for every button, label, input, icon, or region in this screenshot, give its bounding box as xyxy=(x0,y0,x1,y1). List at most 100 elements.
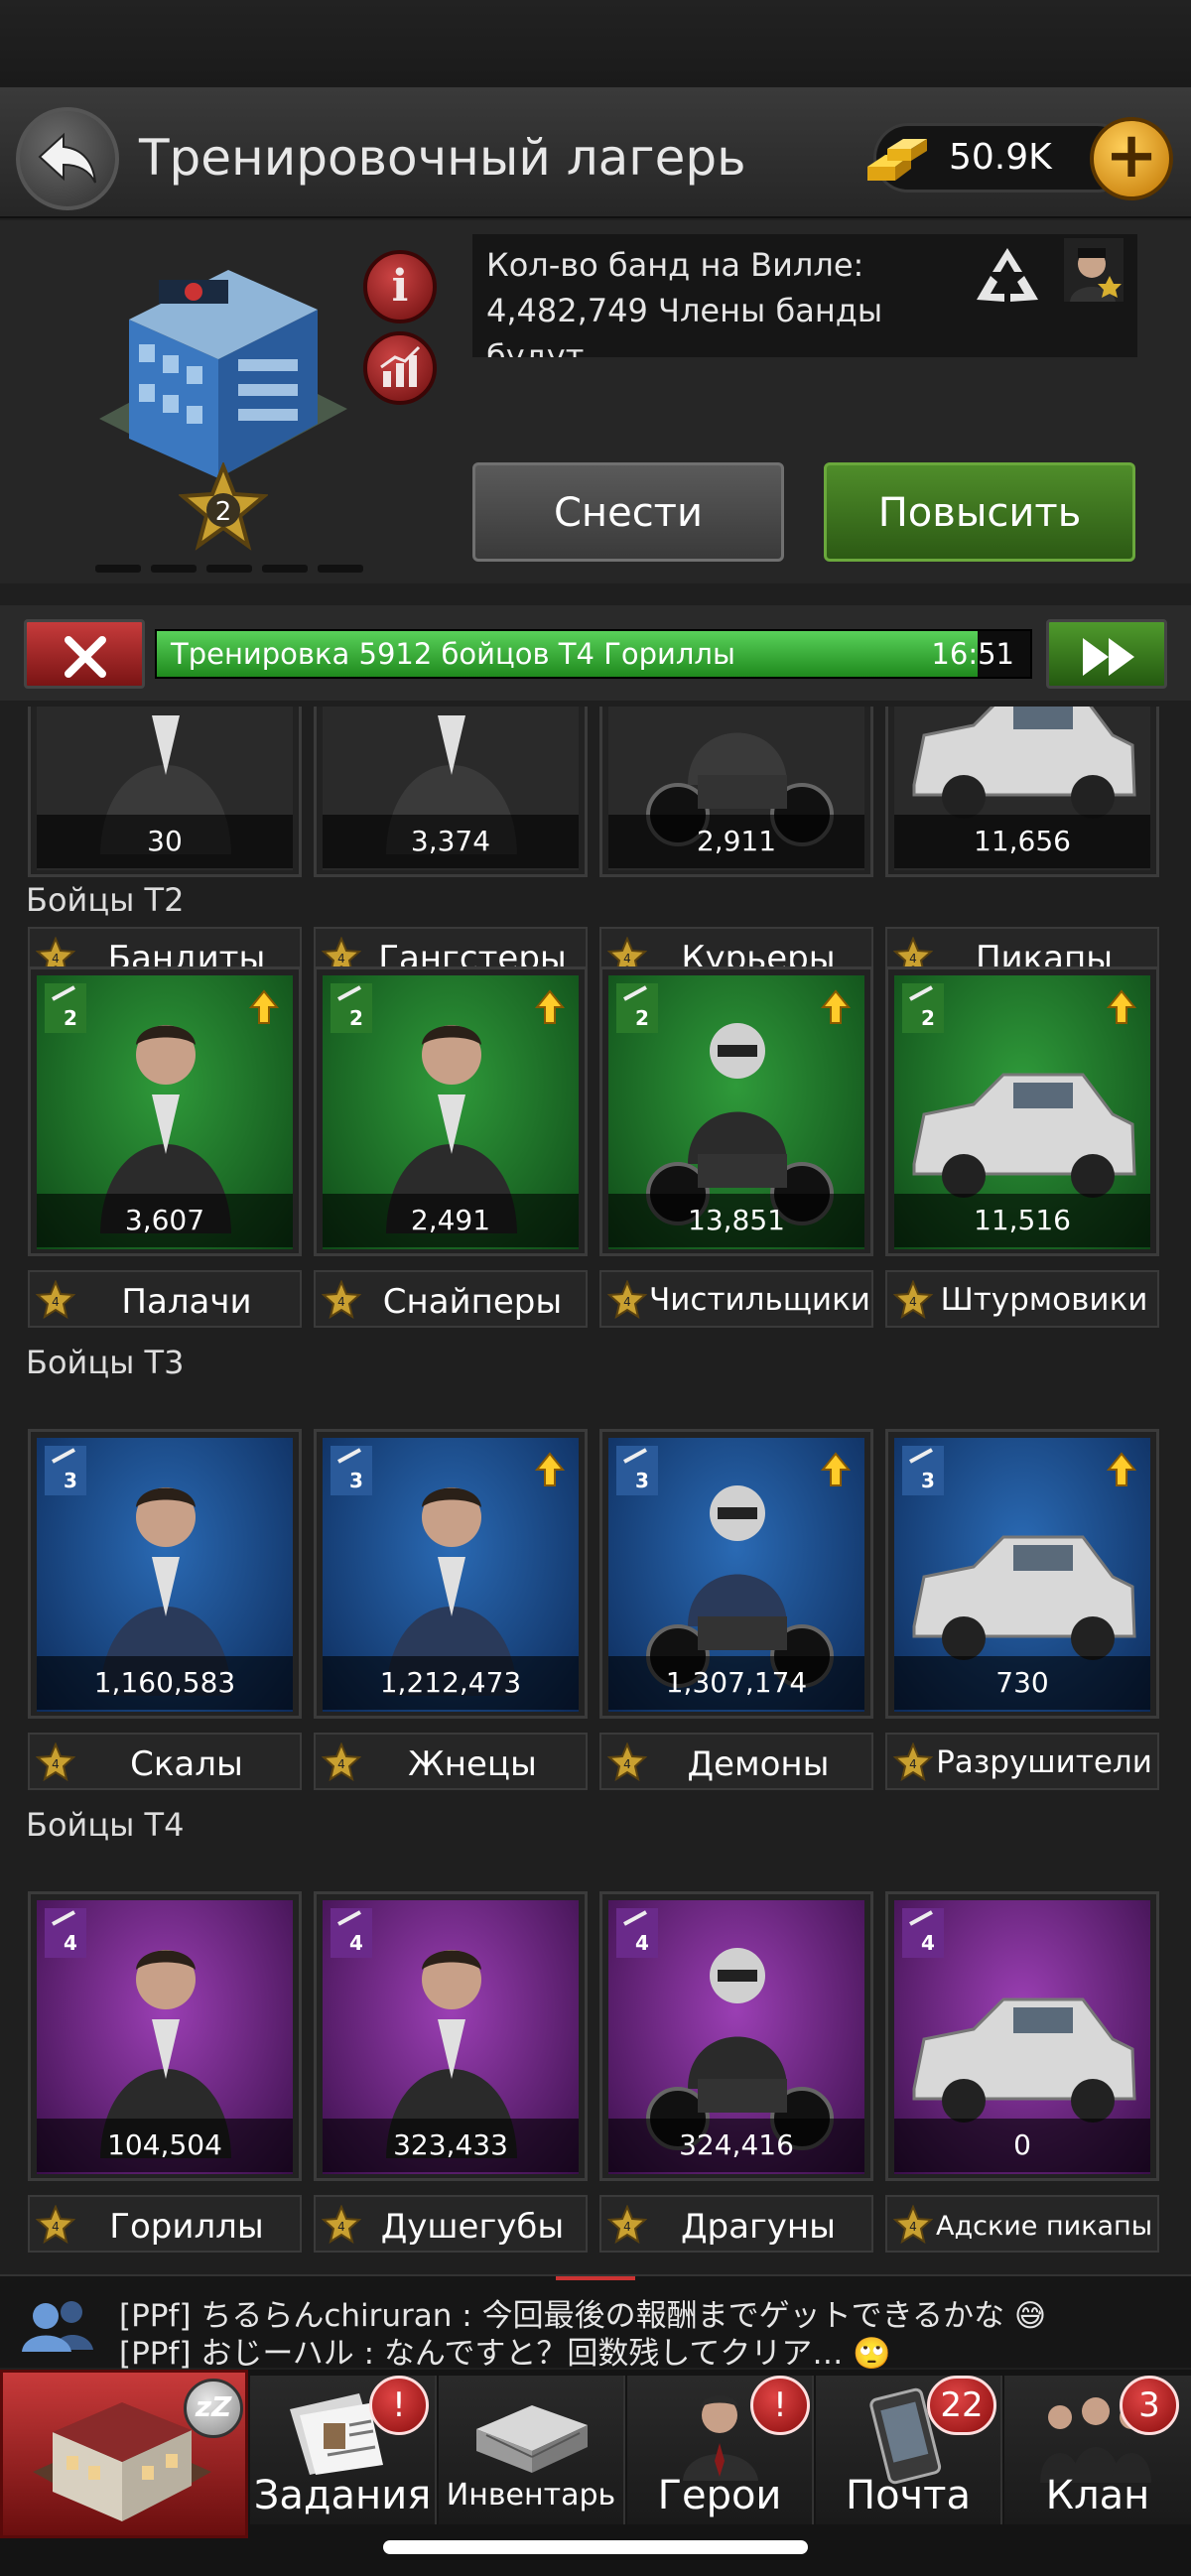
svg-text:4: 4 xyxy=(337,1757,345,1771)
page-title: Тренировочный лагерь xyxy=(139,129,746,187)
unit-name: Штурмовики xyxy=(940,1282,1148,1318)
troop-list[interactable]: Бойцы T2 Бойцы T3 Бойцы T4 1304Бандиты13… xyxy=(0,707,1191,2254)
tier-flag-icon: 4 xyxy=(902,1908,944,1958)
tier3-unit-card-4[interactable]: 3 730 xyxy=(885,1429,1159,1719)
nav-heroes[interactable]: ! Герои xyxy=(627,2376,814,2524)
tier3-unit-namebar-1[interactable]: 4 Скалы xyxy=(28,1733,302,1790)
tier2-unit-namebar-3[interactable]: 4 Чистильщики xyxy=(599,1270,873,1328)
tier3-unit-card-2[interactable]: 3 1,212,473 xyxy=(314,1429,588,1719)
home-indicator xyxy=(383,2540,808,2554)
unit-name: Жнецы xyxy=(408,1744,537,1784)
back-button[interactable] xyxy=(16,107,119,210)
unit-name: Скалы xyxy=(130,1744,243,1784)
cancel-training-button[interactable] xyxy=(24,619,145,689)
nav-tasks[interactable]: ! Задания xyxy=(250,2376,437,2524)
tier4-unit-namebar-2[interactable]: 4 Душегубы xyxy=(314,2195,588,2253)
svg-text:4: 4 xyxy=(623,1757,631,1771)
svg-text:4: 4 xyxy=(623,952,631,966)
close-icon xyxy=(65,636,106,678)
tier-flag-icon: 3 xyxy=(616,1446,658,1495)
unit-star-icon: 4 xyxy=(322,1742,361,1782)
tier2-title: Бойцы T2 xyxy=(26,881,185,919)
svg-text:4: 4 xyxy=(337,1295,345,1309)
upgrade-arrow-icon xyxy=(1107,989,1136,1024)
tier2-unit-namebar-2[interactable]: 4 Снайперы xyxy=(314,1270,588,1328)
tier-flag-icon: 3 xyxy=(902,1446,944,1495)
svg-text:4: 4 xyxy=(909,1295,917,1309)
svg-text:4: 4 xyxy=(337,2220,345,2234)
unit-star-icon: 4 xyxy=(893,1742,933,1782)
building-level-star-icon: 2 xyxy=(179,462,268,551)
back-arrow-icon xyxy=(38,132,96,184)
svg-text:4: 4 xyxy=(623,2220,631,2234)
gold-amount: 50.9K xyxy=(949,137,1052,178)
unit-count: 0 xyxy=(894,2119,1150,2172)
svg-text:4: 4 xyxy=(52,1757,60,1771)
vehicle-figure-icon xyxy=(912,1997,1136,2123)
vehicle-figure-icon xyxy=(912,1073,1136,1198)
unit-star-icon: 4 xyxy=(607,1280,647,1320)
speed-up-button[interactable] xyxy=(1046,619,1167,689)
upgrade-button[interactable]: Повысить xyxy=(824,462,1135,562)
unit-name: Палачи xyxy=(121,1282,252,1322)
unit-star-icon: 4 xyxy=(36,1280,75,1320)
mail-count-badge: 22 xyxy=(927,2376,996,2435)
tier2-unit-card-1[interactable]: 2 3,607 xyxy=(28,966,302,1256)
nav-clan[interactable]: 3 Клан xyxy=(1004,2376,1191,2524)
upgrade-arrow-icon xyxy=(1107,1452,1136,1486)
tier2-unit-namebar-1[interactable]: 4 Палачи xyxy=(28,1270,302,1328)
tier4-title: Бойцы T4 xyxy=(26,1806,185,1844)
chat-preview[interactable]: [PPf] ちるらんchiruran : 今回最後の報酬までゲットできるかな 😅… xyxy=(0,2274,1191,2372)
tier4-unit-namebar-1[interactable]: 4 Гориллы xyxy=(28,2195,302,2253)
unit-star-icon: 4 xyxy=(322,1280,361,1320)
tier-flag-icon: 2 xyxy=(616,983,658,1033)
tier3-unit-namebar-3[interactable]: 4 Демоны xyxy=(599,1733,873,1790)
tier4-unit-card-2[interactable]: 4 323,433 xyxy=(314,1891,588,2181)
unit-star-icon: 4 xyxy=(322,2205,361,2245)
upgrade-arrow-icon xyxy=(535,1452,565,1486)
tier-number: 3 xyxy=(921,1469,935,1492)
tier3-unit-card-1[interactable]: 3 1,160,583 xyxy=(28,1429,302,1719)
tier4-unit-namebar-3[interactable]: 4 Драгуны xyxy=(599,2195,873,2253)
tier4-unit-card-1[interactable]: 4 104,504 xyxy=(28,1891,302,2181)
tier3-unit-namebar-4[interactable]: 4 Разрушители xyxy=(885,1733,1159,1790)
unit-star-icon: 4 xyxy=(893,2205,933,2245)
stats-button[interactable] xyxy=(363,331,437,405)
tier4-unit-card-3[interactable]: 4 324,416 xyxy=(599,1891,873,2181)
tier2-unit-card-2[interactable]: 2 2,491 xyxy=(314,966,588,1256)
tier3-unit-namebar-2[interactable]: 4 Жнецы xyxy=(314,1733,588,1790)
unit-count: 1,212,473 xyxy=(323,1656,579,1710)
tier2-unit-card-3[interactable]: 2 13,851 xyxy=(599,966,873,1256)
tier2-unit-namebar-4[interactable]: 4 Штурмовики xyxy=(885,1270,1159,1328)
tier-number: 2 xyxy=(349,1006,363,1030)
tier4-unit-namebar-4[interactable]: 4 Адские пикапы xyxy=(885,2195,1159,2253)
recycle-icon[interactable] xyxy=(973,244,1042,306)
home-button[interactable]: zZ xyxy=(0,2370,248,2538)
buy-gold-button[interactable]: + xyxy=(1090,117,1173,200)
nav-inventory[interactable]: Инвентарь xyxy=(439,2376,625,2524)
nav-mail[interactable]: 22 Почта xyxy=(816,2376,1002,2524)
unit-count: 3,374 xyxy=(323,815,579,868)
chat-divider xyxy=(556,2276,635,2280)
tier1-unit-card-2[interactable]: 13,374 xyxy=(314,707,588,877)
unit-count: 730 xyxy=(894,1656,1150,1710)
tier-number: 4 xyxy=(921,1931,935,1955)
demolish-button[interactable]: Снести xyxy=(472,462,784,562)
info-button[interactable]: i xyxy=(363,250,437,323)
nav-heroes-label: Герои xyxy=(657,2473,782,2518)
tier2-unit-card-4[interactable]: 2 11,516 xyxy=(885,966,1159,1256)
tier4-unit-card-4[interactable]: 40 xyxy=(885,1891,1159,2181)
info-icon: i xyxy=(391,261,409,312)
unit-count: 2,491 xyxy=(323,1194,579,1247)
unit-count: 104,504 xyxy=(37,2119,293,2172)
inventory-briefcase-icon xyxy=(476,2405,588,2473)
description-text: Кол-во банд на Вилле: 4,482,749 Члены ба… xyxy=(486,246,883,357)
heroes-alert-badge: ! xyxy=(750,2376,810,2435)
unit-count: 324,416 xyxy=(608,2119,864,2172)
tier3-unit-card-3[interactable]: 3 1,307,174 xyxy=(599,1429,873,1719)
svg-text:4: 4 xyxy=(52,2220,60,2234)
tier1-unit-card-4[interactable]: 111,656 xyxy=(885,707,1159,877)
tier1-unit-card-3[interactable]: 12,911 xyxy=(599,707,873,877)
unit-name: Чистильщики xyxy=(649,1282,870,1318)
tier1-unit-card-1[interactable]: 130 xyxy=(28,707,302,877)
